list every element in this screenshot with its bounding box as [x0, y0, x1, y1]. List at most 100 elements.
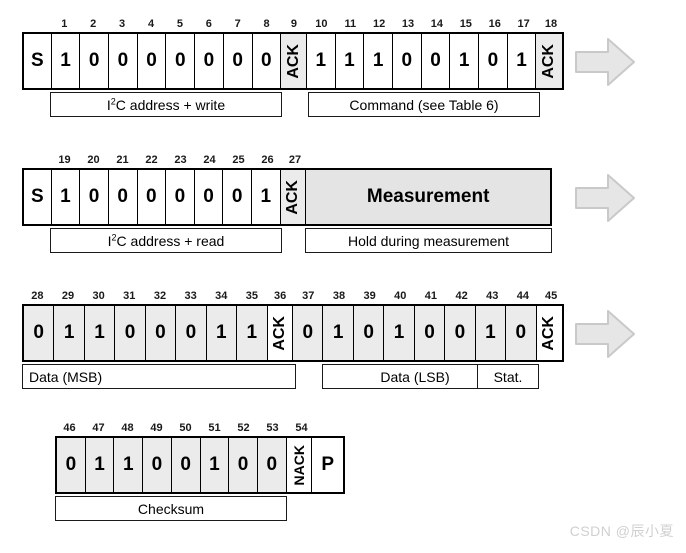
bit-cell[interactable]: 1: [450, 34, 480, 88]
stop-condition-cell[interactable]: P: [312, 438, 344, 492]
bit-cell[interactable]: 0: [257, 438, 287, 492]
bit-number-strip: 46 47 48 49 50 51 52 53 54: [55, 418, 345, 434]
bit-number: 16: [488, 18, 501, 30]
ack-label: ACK: [540, 43, 558, 79]
bit-cell[interactable]: 1: [335, 34, 365, 88]
start-condition-cell[interactable]: S: [24, 34, 52, 88]
ack-cell[interactable]: ACK: [280, 170, 307, 224]
bit-cell[interactable]: 0: [194, 170, 224, 224]
bit-number: 46: [63, 422, 76, 434]
bit-cell[interactable]: 1: [200, 438, 230, 492]
field-label-strip: Checksum: [55, 496, 345, 521]
bit-number: 27: [288, 154, 302, 166]
bit-number: 20: [87, 154, 100, 166]
field-label-text: Data (LSB): [380, 368, 450, 385]
bit-cell[interactable]: 0: [392, 34, 422, 88]
field-label-status: Stat.: [477, 364, 539, 389]
bit-number: 9: [290, 18, 298, 30]
bit-number: 13: [401, 18, 415, 30]
field-label-data-msb: Data (MSB): [22, 364, 296, 389]
bit-cell[interactable]: 0: [223, 34, 253, 88]
bit-cell[interactable]: 0: [108, 170, 138, 224]
bit-number: 40: [394, 290, 407, 302]
bit-cell[interactable]: 1: [237, 306, 268, 360]
bit-number: 4: [147, 18, 155, 30]
bit-cell[interactable]: 0: [115, 306, 146, 360]
bit-number: 42: [455, 290, 468, 302]
bit-number: 14: [430, 18, 444, 30]
bit-cell[interactable]: 0: [414, 306, 446, 360]
bit-cell[interactable]: 0: [171, 438, 201, 492]
bit-cell[interactable]: 1: [51, 170, 81, 224]
bit-number: 6: [205, 18, 212, 30]
bit-cell[interactable]: 0: [80, 34, 110, 88]
bit-cell[interactable]: 0: [109, 34, 138, 88]
ack-cell[interactable]: ACK: [536, 306, 563, 360]
start-condition-cell[interactable]: S: [24, 170, 52, 224]
bit-cell[interactable]: 0: [229, 438, 258, 492]
bit-cell[interactable]: 0: [176, 306, 207, 360]
ack-label: ACK: [284, 43, 302, 79]
field-label-command: Command (see Table 6): [308, 92, 540, 117]
bit-cell[interactable]: 0: [506, 306, 537, 360]
ack-cell[interactable]: ACK: [281, 34, 307, 88]
bit-cell[interactable]: 1: [84, 306, 116, 360]
bit-cell[interactable]: 0: [166, 170, 195, 224]
bit-cell[interactable]: 0: [137, 34, 167, 88]
bit-number: 17: [517, 18, 530, 30]
field-label-strip: I2C address + read Hold during measureme…: [22, 228, 552, 253]
nack-cell[interactable]: NACK: [286, 438, 313, 492]
bit-cell[interactable]: 1: [54, 306, 85, 360]
bit-cell[interactable]: 1: [306, 34, 336, 88]
bit-number: 2: [90, 18, 97, 30]
bit-cell[interactable]: 0: [195, 34, 224, 88]
bit-cell[interactable]: 1: [51, 34, 81, 88]
bit-cell[interactable]: 1: [364, 34, 393, 88]
ack-cell[interactable]: ACK: [536, 34, 563, 88]
bit-cell[interactable]: 0: [137, 170, 167, 224]
bit-cell[interactable]: 1: [252, 170, 281, 224]
bit-cell[interactable]: 0: [252, 34, 282, 88]
i2c-sequence-diagram: 1 2 3 4 5 6 7 8 9 10 11 12 13 14 15 16 1…: [0, 0, 686, 553]
bit-frame: 0 1 1 0 0 0 1 1 ACK 0 1 0 1 0 0 1 0 ACK: [22, 304, 564, 362]
sequence-row-write-command: 1 2 3 4 5 6 7 8 9 10 11 12 13 14 15 16 1…: [22, 14, 662, 134]
bit-number: 41: [424, 290, 438, 302]
bit-number: 52: [237, 422, 250, 434]
sequence-row-read-measurement: 19 20 21 22 23 24 25 26 27 S 1 0 0 0 0 0…: [22, 150, 662, 270]
bit-number: 43: [486, 290, 499, 302]
bit-number: 29: [61, 290, 75, 302]
bit-cell[interactable]: 0: [293, 306, 324, 360]
bit-number: 37: [302, 290, 315, 302]
bit-cell[interactable]: 0: [57, 438, 86, 492]
field-label-text: I2C address + read: [107, 231, 225, 249]
bit-cell[interactable]: 0: [143, 438, 172, 492]
bit-number: 36: [273, 290, 287, 302]
ack-label: ACK: [283, 179, 301, 215]
bit-cell[interactable]: 1: [114, 438, 144, 492]
bit-cell[interactable]: 0: [421, 34, 451, 88]
bit-number: 1: [61, 18, 68, 30]
bit-number: 8: [263, 18, 270, 30]
bit-number: 23: [174, 154, 187, 166]
measurement-cell[interactable]: Measurement: [306, 170, 550, 224]
bit-cell[interactable]: 0: [80, 170, 109, 224]
bit-cell[interactable]: 0: [166, 34, 196, 88]
field-label-strip: I2C address + write Command (see Table 6…: [22, 92, 564, 117]
bit-cell[interactable]: 1: [323, 306, 354, 360]
bit-cell[interactable]: 0: [353, 306, 385, 360]
ack-cell[interactable]: ACK: [267, 306, 294, 360]
bit-cell[interactable]: 0: [445, 306, 476, 360]
bit-number: 26: [261, 154, 274, 166]
bit-cell[interactable]: 1: [384, 306, 415, 360]
bit-cell[interactable]: 0: [479, 34, 508, 88]
bit-cell[interactable]: 1: [507, 34, 537, 88]
bit-cell[interactable]: 1: [475, 306, 507, 360]
bit-cell[interactable]: 0: [223, 170, 253, 224]
bit-cell[interactable]: 1: [85, 438, 115, 492]
bit-cell[interactable]: 0: [145, 306, 177, 360]
bit-cell[interactable]: 1: [206, 306, 238, 360]
field-label-hold-during-measurement: Hold during measurement: [305, 228, 552, 253]
bit-cell[interactable]: 0: [24, 306, 55, 360]
bit-number: 31: [123, 290, 136, 302]
nack-label: NACK: [290, 444, 307, 486]
